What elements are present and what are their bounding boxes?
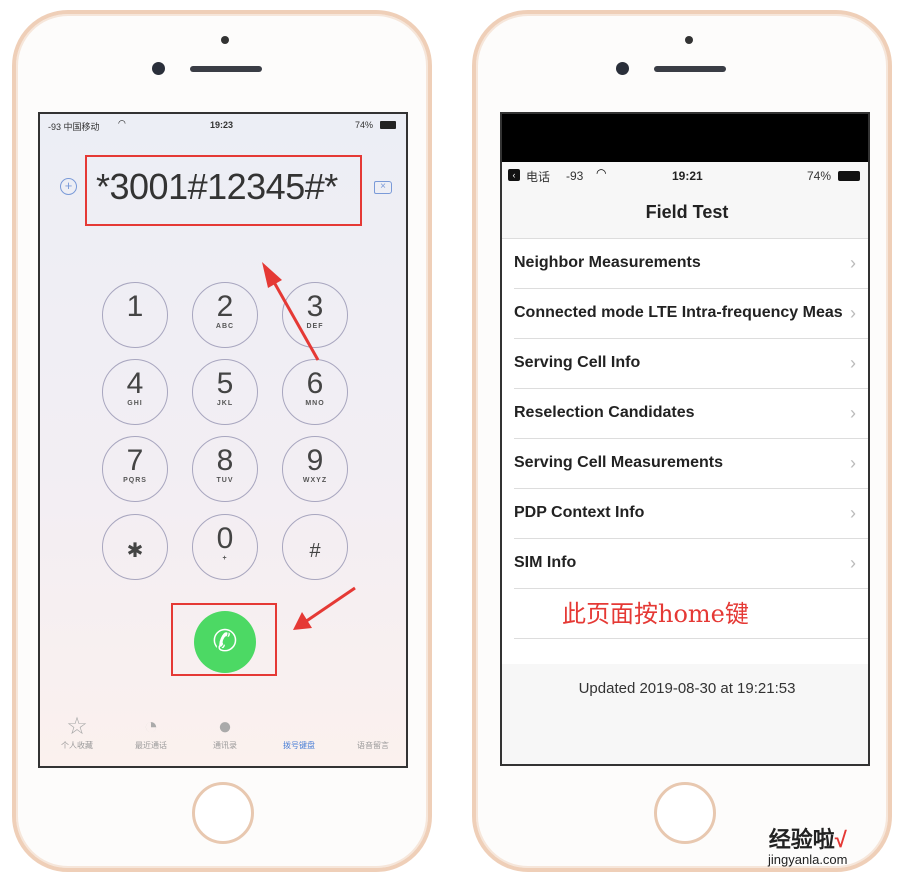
chevron-right-icon: › xyxy=(850,253,856,273)
arrow-head-call xyxy=(293,612,312,630)
watermark-url: jingyanla.com xyxy=(768,852,848,867)
list-item-label: Serving Cell Info xyxy=(514,354,641,371)
status-signal: -93 xyxy=(566,169,584,183)
page-title: Field Test xyxy=(645,202,729,222)
status-battery: 74% xyxy=(807,169,832,183)
chevron-right-icon: › xyxy=(850,553,856,573)
chevron-right-icon: › xyxy=(850,453,856,473)
arrow-to-input xyxy=(268,274,320,361)
list-item[interactable]: Neighbor Measurements › xyxy=(514,239,868,289)
list-item[interactable]: Reselection Candidates › xyxy=(514,389,868,439)
list-item-label: Serving Cell Measurements xyxy=(514,454,723,471)
list-item-label: Reselection Candidates xyxy=(514,404,695,421)
check-icon: √ xyxy=(834,827,847,852)
updated-timestamp: Updated 2019-08-30 at 19:21:53 xyxy=(578,680,796,697)
earpiece xyxy=(654,66,726,72)
list-item-label: Connected mode LTE Intra-frequency Meas xyxy=(514,304,843,321)
wifi-icon: ◠ xyxy=(596,166,607,180)
watermark: 经验啦√ jingyanla.com xyxy=(768,827,848,868)
list-item[interactable]: SIM Info › xyxy=(514,539,868,589)
annotation-text: 此页面按home键 xyxy=(562,600,749,628)
home-button[interactable] xyxy=(654,782,716,844)
chevron-right-icon: › xyxy=(850,503,856,523)
list-item[interactable]: Connected mode LTE Intra-frequency Meas › xyxy=(514,289,868,339)
front-sensor xyxy=(685,36,693,44)
field-test-screen: ‹ 电话 -93 ◠ 19:21 74% Field Test Neighbor… xyxy=(500,112,870,766)
arrow-to-call xyxy=(304,586,356,624)
chevron-right-icon: › xyxy=(850,353,856,373)
watermark-logo-text: 经验啦 xyxy=(768,827,835,852)
list-item[interactable]: Serving Cell Measurements › xyxy=(514,439,868,489)
list-item-label: Neighbor Measurements xyxy=(514,254,701,271)
chevron-right-icon: › xyxy=(850,303,856,323)
chevron-right-icon: › xyxy=(850,403,856,423)
list-item-label: PDP Context Info xyxy=(514,504,645,521)
front-camera xyxy=(616,62,629,75)
list-item-label: SIM Info xyxy=(514,554,577,571)
back-to-phone-link[interactable]: 电话 xyxy=(526,168,550,185)
status-time: 19:21 xyxy=(672,169,703,183)
black-band xyxy=(502,114,868,162)
battery-icon xyxy=(838,171,860,181)
list-item[interactable]: Serving Cell Info › xyxy=(514,339,868,389)
list-item[interactable]: PDP Context Info › xyxy=(514,489,868,539)
back-app-icon[interactable]: ‹ xyxy=(508,169,520,181)
arrow-head-input xyxy=(262,262,282,288)
